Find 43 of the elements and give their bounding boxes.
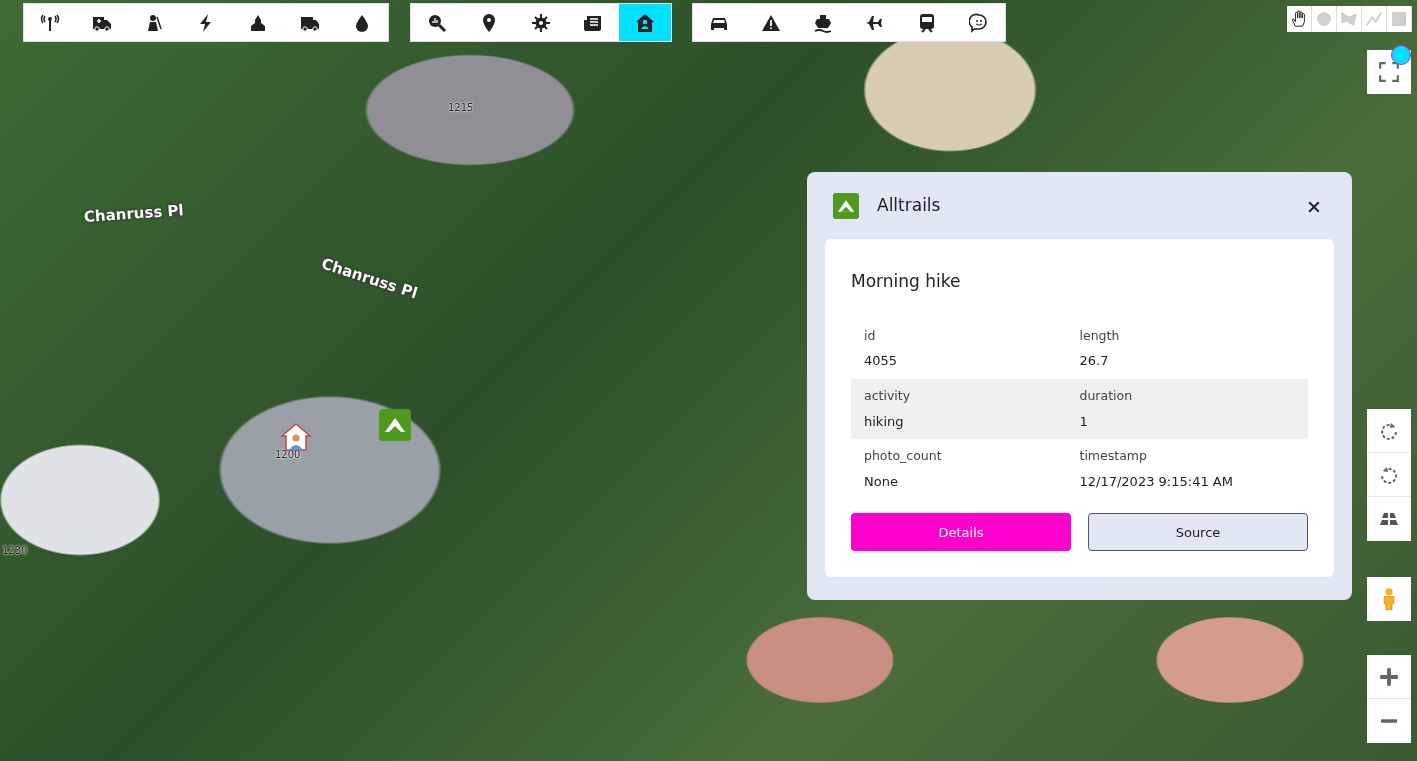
field-label: activity [864, 386, 912, 405]
ship-icon [813, 12, 833, 33]
chat-smiley-icon [969, 12, 989, 33]
field-label: id [864, 326, 877, 345]
magnifier-chart-icon [427, 12, 447, 33]
popup-title: Alltrails [877, 194, 941, 218]
train-icon [917, 12, 937, 33]
house-number-label: 1200 [275, 448, 301, 462]
field-value: 26.7 [1079, 352, 1110, 371]
polygon-icon [1340, 10, 1358, 28]
field-value: 4055 [864, 352, 899, 371]
field-value: hiking [864, 412, 905, 431]
street-label: Chanruss Pl [83, 200, 185, 228]
toolbar-button[interactable] [619, 4, 671, 41]
field-value: 1 [1079, 412, 1089, 431]
field-value: None [864, 472, 899, 491]
square-icon [1390, 10, 1408, 28]
virus-icon [531, 12, 551, 33]
minus-icon [1378, 719, 1400, 723]
field-label: timestamp [1079, 447, 1148, 465]
polyline-icon [1365, 10, 1383, 28]
cursor-dot-icon [1391, 45, 1411, 65]
trail-marker-icon[interactable] [379, 409, 411, 441]
field-value: 12/17/2023 9:15:41 AM [1079, 472, 1234, 491]
house-person-icon [635, 12, 655, 33]
field-label: photo_count [864, 447, 943, 465]
alltrails-logo-icon [833, 193, 859, 219]
source-button[interactable]: Source [1088, 513, 1308, 552]
house-number-label: 1215 [448, 101, 474, 115]
house-number-label: 1230 [2, 544, 28, 558]
antenna-icon [40, 12, 60, 33]
hand-icon [1290, 10, 1308, 28]
house-marker-icon[interactable] [280, 423, 312, 451]
card-title: Morning hike [851, 270, 962, 293]
field-label: length [1079, 326, 1121, 345]
plus-icon [1378, 665, 1400, 688]
circle-icon [1315, 10, 1333, 28]
close-icon [1306, 199, 1322, 215]
field-label: duration [1079, 386, 1134, 405]
zoom-in-button[interactable] [1367, 655, 1411, 699]
rotate-clockwise-button[interactable] [1367, 409, 1411, 453]
rotate-clockwise-icon [1379, 420, 1399, 441]
fullscreen-icon [1378, 61, 1400, 83]
